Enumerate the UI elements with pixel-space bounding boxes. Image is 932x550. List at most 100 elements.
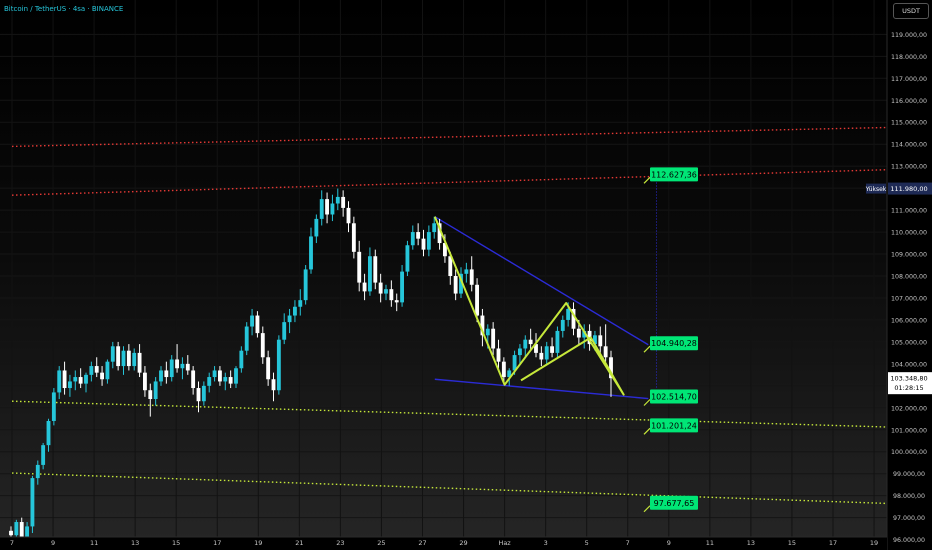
candle-body bbox=[78, 377, 83, 384]
candle-body bbox=[378, 282, 383, 294]
y-tick-label: 109.000,00 bbox=[891, 252, 927, 259]
candle-body bbox=[539, 352, 544, 360]
x-tick-label: 21 bbox=[295, 539, 303, 547]
candle-body bbox=[464, 269, 469, 274]
candle-body bbox=[218, 370, 222, 382]
level-pointer bbox=[643, 399, 651, 406]
candle-body bbox=[362, 282, 367, 292]
y-tick-label: 110.000,00 bbox=[891, 230, 927, 237]
last-price-value: 103.348,80 bbox=[890, 375, 927, 383]
candle-body bbox=[239, 350, 244, 369]
level-pointer bbox=[643, 505, 651, 513]
candle-body bbox=[185, 363, 190, 371]
candle-body bbox=[41, 445, 46, 465]
candle-body bbox=[598, 335, 603, 347]
x-tick-label: 29 bbox=[459, 539, 467, 547]
y-tick-label: 99.000,00 bbox=[893, 471, 925, 478]
y-tick-label: 101.000,00 bbox=[891, 427, 927, 434]
y-tick-label: 111.000,00 bbox=[891, 208, 927, 215]
y-tick-label: 102.000,00 bbox=[891, 405, 927, 412]
y-tick-label: 114.000,00 bbox=[891, 142, 927, 149]
price-chart[interactable]: 112.627,36 104.940,28 102.514,70 101.201,24… bbox=[0, 0, 932, 550]
candle-body bbox=[46, 420, 51, 446]
candle-body bbox=[153, 381, 158, 400]
candle-body bbox=[266, 357, 271, 380]
x-tick-label: 19 bbox=[254, 539, 262, 547]
candle-body bbox=[400, 271, 404, 303]
candle-body bbox=[394, 300, 399, 303]
y-tick-label: 105.000,00 bbox=[891, 339, 927, 346]
candle-body bbox=[276, 339, 281, 391]
candle-body bbox=[19, 522, 24, 538]
candle-body bbox=[282, 322, 287, 340]
x-tick-label: 23 bbox=[336, 539, 344, 547]
candle-body bbox=[298, 300, 303, 307]
level-pointer bbox=[643, 345, 651, 353]
x-tick-label: 19 bbox=[870, 539, 878, 547]
candle-body bbox=[523, 339, 528, 349]
candle-body bbox=[501, 361, 506, 378]
candle-body bbox=[201, 385, 206, 402]
candle-body bbox=[94, 366, 99, 373]
candle-body bbox=[432, 223, 437, 233]
candle-body bbox=[544, 346, 549, 360]
candle-body bbox=[30, 478, 35, 527]
chart-title: Bitcoin / TetherUS · 4sa · BINANCE bbox=[4, 5, 124, 13]
candle-body bbox=[485, 328, 490, 336]
candle-body bbox=[576, 328, 581, 338]
candle-body bbox=[287, 315, 292, 323]
y-tick-label: 106.000,00 bbox=[891, 317, 927, 324]
x-tick-label: 17 bbox=[213, 539, 221, 547]
candle-body bbox=[260, 333, 265, 358]
candle-body bbox=[132, 352, 137, 367]
level-label-text: 101.201,24 bbox=[651, 421, 697, 430]
candle-body bbox=[528, 339, 533, 345]
candle-body bbox=[566, 308, 571, 320]
candle-body bbox=[325, 199, 329, 215]
candle-body bbox=[335, 196, 340, 204]
candle-body bbox=[121, 350, 126, 367]
x-tick-label: Haz bbox=[498, 539, 511, 547]
candle-body bbox=[351, 223, 356, 252]
candle-body bbox=[603, 346, 608, 358]
candle-body bbox=[228, 377, 233, 384]
y-tick-label: 97.000,00 bbox=[893, 515, 925, 522]
candle-body bbox=[496, 348, 501, 362]
candle-body bbox=[421, 238, 426, 250]
candle-body bbox=[555, 330, 560, 353]
trend-line-red-dotted bbox=[11, 125, 932, 148]
candle-body bbox=[14, 522, 19, 536]
candle-body bbox=[116, 346, 121, 367]
x-tick-label: 9 bbox=[51, 539, 55, 547]
candle-body bbox=[105, 361, 110, 380]
x-tick-label: 11 bbox=[90, 539, 98, 547]
candle-body bbox=[518, 348, 522, 356]
candle-body bbox=[164, 370, 169, 378]
candle-body bbox=[191, 370, 196, 389]
candle-body bbox=[51, 392, 56, 421]
y-tick-label: 108.000,00 bbox=[891, 274, 927, 281]
x-tick-label: 11 bbox=[706, 539, 714, 547]
x-tick-label: 13 bbox=[747, 539, 755, 547]
currency-button[interactable]: USDT bbox=[893, 3, 929, 19]
candle-body bbox=[244, 326, 249, 351]
x-tick-label: 27 bbox=[418, 539, 426, 547]
candle-body bbox=[293, 306, 297, 316]
last-price-countdown: 01:28:15 bbox=[894, 384, 923, 392]
candle-body bbox=[346, 207, 351, 224]
trend-lines bbox=[11, 125, 932, 506]
candle-body bbox=[169, 359, 174, 378]
level-label-text: 97.677,65 bbox=[654, 499, 695, 508]
candle-body bbox=[469, 269, 474, 285]
candle-body bbox=[207, 377, 212, 386]
candle-body bbox=[223, 377, 228, 382]
level-label-text: 112.627,36 bbox=[651, 170, 697, 179]
candle-body bbox=[196, 388, 201, 402]
candle-body bbox=[357, 251, 362, 283]
y-tick-label: 113.000,00 bbox=[891, 164, 927, 171]
chart-root[interactable]: 112.627,36 104.940,28 102.514,70 101.201,24… bbox=[0, 0, 932, 550]
candle-body bbox=[426, 232, 431, 250]
candle-body bbox=[148, 390, 153, 400]
candle-body bbox=[234, 368, 238, 384]
y-tick-label: 96.000,00 bbox=[893, 537, 925, 544]
